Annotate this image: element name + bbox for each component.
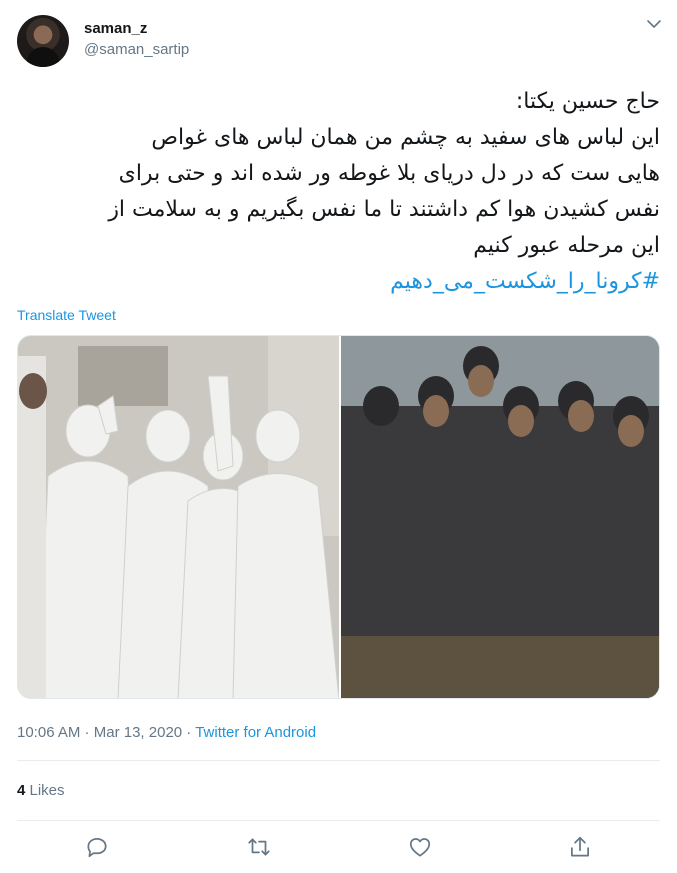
meta-separator: · <box>182 724 196 741</box>
tweet-line: حاج حسین یکتا: <box>515 89 660 114</box>
likes-count[interactable]: 4 Likes <box>17 782 65 799</box>
divider <box>17 760 660 761</box>
tweet-source[interactable]: Twitter for Android <box>195 724 316 741</box>
reply-icon[interactable] <box>84 834 110 860</box>
chevron-down-icon[interactable] <box>644 14 664 34</box>
heart-icon[interactable] <box>407 834 433 860</box>
tweet-meta: 10:06 AM · Mar 13, 2020 · Twitter for An… <box>17 724 316 741</box>
tweet-media[interactable] <box>17 335 660 699</box>
tweet-line: این لباس های سفید به چشم من همان لباس ها… <box>151 125 660 150</box>
likes-label: Likes <box>25 782 65 799</box>
hashtag-link[interactable]: #کرونا_را_شکست_می_دهیم <box>20 264 660 300</box>
divider <box>17 820 660 821</box>
meta-separator: · <box>80 724 94 741</box>
photo-divers[interactable] <box>341 336 659 698</box>
photo-medical-staff[interactable] <box>18 336 340 698</box>
display-name[interactable]: saman_z <box>84 20 147 37</box>
tweet-text: حاج حسین یکتا: این لباس های سفید به چشم … <box>20 84 660 300</box>
tweet-time[interactable]: 10:06 AM <box>17 724 80 741</box>
share-icon[interactable] <box>567 834 593 860</box>
tweet-line: نفس کشیدن هوا کم داشتند تا ما نفس بگیریم… <box>108 197 660 222</box>
tweet-date[interactable]: Mar 13, 2020 <box>94 724 182 741</box>
user-handle[interactable]: @saman_sartip <box>84 41 189 58</box>
tweet-line: این مرحله عبور کنیم <box>473 233 660 258</box>
tweet-line: هایی ست که در دل دریای بلا غوطه ور شده ا… <box>118 161 660 186</box>
translate-tweet-link[interactable]: Translate Tweet <box>17 307 116 323</box>
avatar[interactable] <box>17 15 69 67</box>
retweet-icon[interactable] <box>246 834 272 860</box>
tweet-header: saman_z @saman_sartip <box>0 0 677 80</box>
